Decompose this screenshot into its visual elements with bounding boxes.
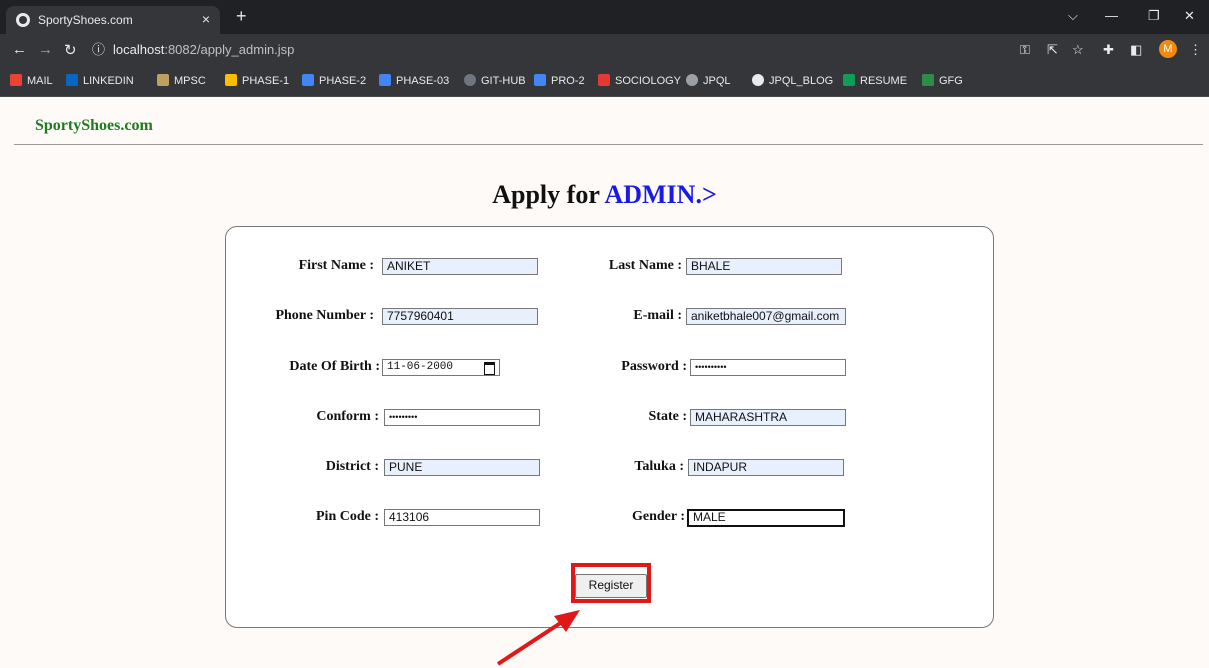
address-bar[interactable]: ⓘ localhost:8082/apply_admin.jsp: [92, 39, 992, 61]
bookmark-mpsc[interactable]: MPSC: [157, 74, 206, 87]
new-tab-button[interactable]: +: [236, 6, 247, 27]
district-label: District :: [325, 459, 379, 474]
github-icon: [464, 74, 476, 86]
first-name-field[interactable]: ANIKET: [382, 258, 538, 275]
password-field[interactable]: ••••••••••: [690, 359, 846, 376]
phone-number-field[interactable]: 7757960401: [382, 308, 538, 325]
bookmark-github[interactable]: GIT-HUB: [464, 74, 526, 87]
sociology-icon: [598, 74, 610, 86]
bookmark-star-icon[interactable]: ☆: [1072, 42, 1084, 58]
bookmark-pro-2[interactable]: PRO-2: [534, 74, 585, 87]
page-title-accent: ADMIN.>: [604, 180, 717, 209]
profile-avatar[interactable]: M: [1159, 40, 1177, 58]
mpsc-icon: [157, 74, 169, 86]
tab-title: SportyShoes.com: [38, 13, 133, 27]
gender-label: Gender :: [631, 509, 685, 524]
google-docs-icon: [302, 74, 314, 86]
bookmark-gfg[interactable]: GFG: [922, 74, 963, 87]
header-divider: [14, 144, 1203, 145]
district-field[interactable]: PUNE: [384, 459, 540, 476]
pin-code-label: Pin Code :: [316, 509, 379, 524]
bookmark-sociology[interactable]: SOCIOLOGY: [598, 74, 681, 87]
email-field[interactable]: aniketbhale007@gmail.com: [686, 308, 846, 325]
site-brand-link[interactable]: SportyShoes.com: [35, 117, 153, 135]
globe-icon: [16, 13, 30, 27]
bookmark-mail[interactable]: MAIL: [10, 74, 53, 87]
notion-icon: [843, 74, 855, 86]
globe-icon: [752, 74, 764, 86]
annotation-highlight-box: [571, 563, 651, 603]
jpql-icon: [686, 74, 698, 86]
gmail-icon: [10, 74, 22, 86]
last-name-field[interactable]: BHALE: [686, 258, 842, 275]
google-drive-icon: [225, 74, 237, 86]
menu-icon[interactable]: ⋮: [1189, 42, 1202, 58]
back-icon[interactable]: ←: [12, 41, 27, 58]
forward-icon[interactable]: →: [38, 41, 53, 58]
password-label: Password :: [621, 359, 687, 374]
date-of-birth-value: 11-06-2000: [387, 361, 454, 373]
calendar-icon[interactable]: [484, 362, 495, 375]
bookmark-phase-2[interactable]: PHASE-2: [302, 74, 366, 87]
phone-number-label: Phone Number :: [275, 308, 374, 323]
email-label: E-mail :: [633, 308, 682, 323]
reload-icon[interactable]: ↻: [64, 41, 77, 59]
tab-search-icon[interactable]: ⌵: [1068, 8, 1078, 24]
window-close-button[interactable]: ✕: [1184, 8, 1195, 24]
pin-code-field[interactable]: 413106: [384, 509, 540, 526]
tab-close-button[interactable]: ×: [202, 11, 210, 27]
google-docs-icon: [379, 74, 391, 86]
state-field[interactable]: MAHARASHTRA: [690, 409, 846, 426]
page-title-prefix: Apply for: [492, 180, 605, 209]
last-name-label: Last Name :: [608, 258, 682, 273]
extensions-icon[interactable]: ✚: [1103, 42, 1114, 58]
bookmark-resume[interactable]: RESUME: [843, 74, 907, 87]
taluka-label: Taluka :: [634, 459, 684, 474]
bookmark-linkedin[interactable]: LINKEDIN: [66, 74, 134, 87]
date-of-birth-field[interactable]: 11-06-2000: [382, 359, 500, 376]
google-docs-icon: [534, 74, 546, 86]
first-name-label: First Name :: [298, 258, 374, 273]
state-label: State :: [648, 409, 688, 424]
page-title: Apply for ADMIN.>: [0, 180, 1209, 210]
confirm-password-label: Conform :: [316, 409, 379, 424]
url-host: localhost: [113, 42, 165, 57]
browser-tab[interactable]: SportyShoes.com ×: [6, 6, 220, 34]
restore-button[interactable]: ❐: [1148, 8, 1160, 24]
gfg-icon: [922, 74, 934, 86]
share-icon[interactable]: ⇱: [1047, 42, 1058, 58]
confirm-password-field[interactable]: •••••••••: [384, 409, 540, 426]
url-path: :8082/apply_admin.jsp: [164, 42, 295, 57]
date-of-birth-label: Date Of Birth :: [289, 359, 380, 374]
gender-field[interactable]: MALE: [687, 509, 845, 527]
linkedin-icon: [66, 74, 78, 86]
taluka-field[interactable]: INDAPUR: [688, 459, 844, 476]
site-info-icon[interactable]: ⓘ: [92, 42, 105, 57]
bookmark-phase-1[interactable]: PHASE-1: [225, 74, 289, 87]
bookmark-jpql[interactable]: JPQL: [686, 74, 731, 87]
bookmarks-bar: MAIL LINKEDIN MPSC PHASE-1 PHASE-2 PHASE…: [0, 66, 1209, 97]
bookmark-phase-03[interactable]: PHASE-03: [379, 74, 449, 87]
side-panel-icon[interactable]: ◧: [1130, 42, 1142, 58]
password-key-icon[interactable]: ⚿: [1020, 42, 1030, 58]
minimize-button[interactable]: —: [1105, 8, 1118, 23]
bookmark-jpql-blog[interactable]: JPQL_BLOG: [752, 74, 833, 87]
annotation-arrow-icon: [496, 610, 580, 666]
